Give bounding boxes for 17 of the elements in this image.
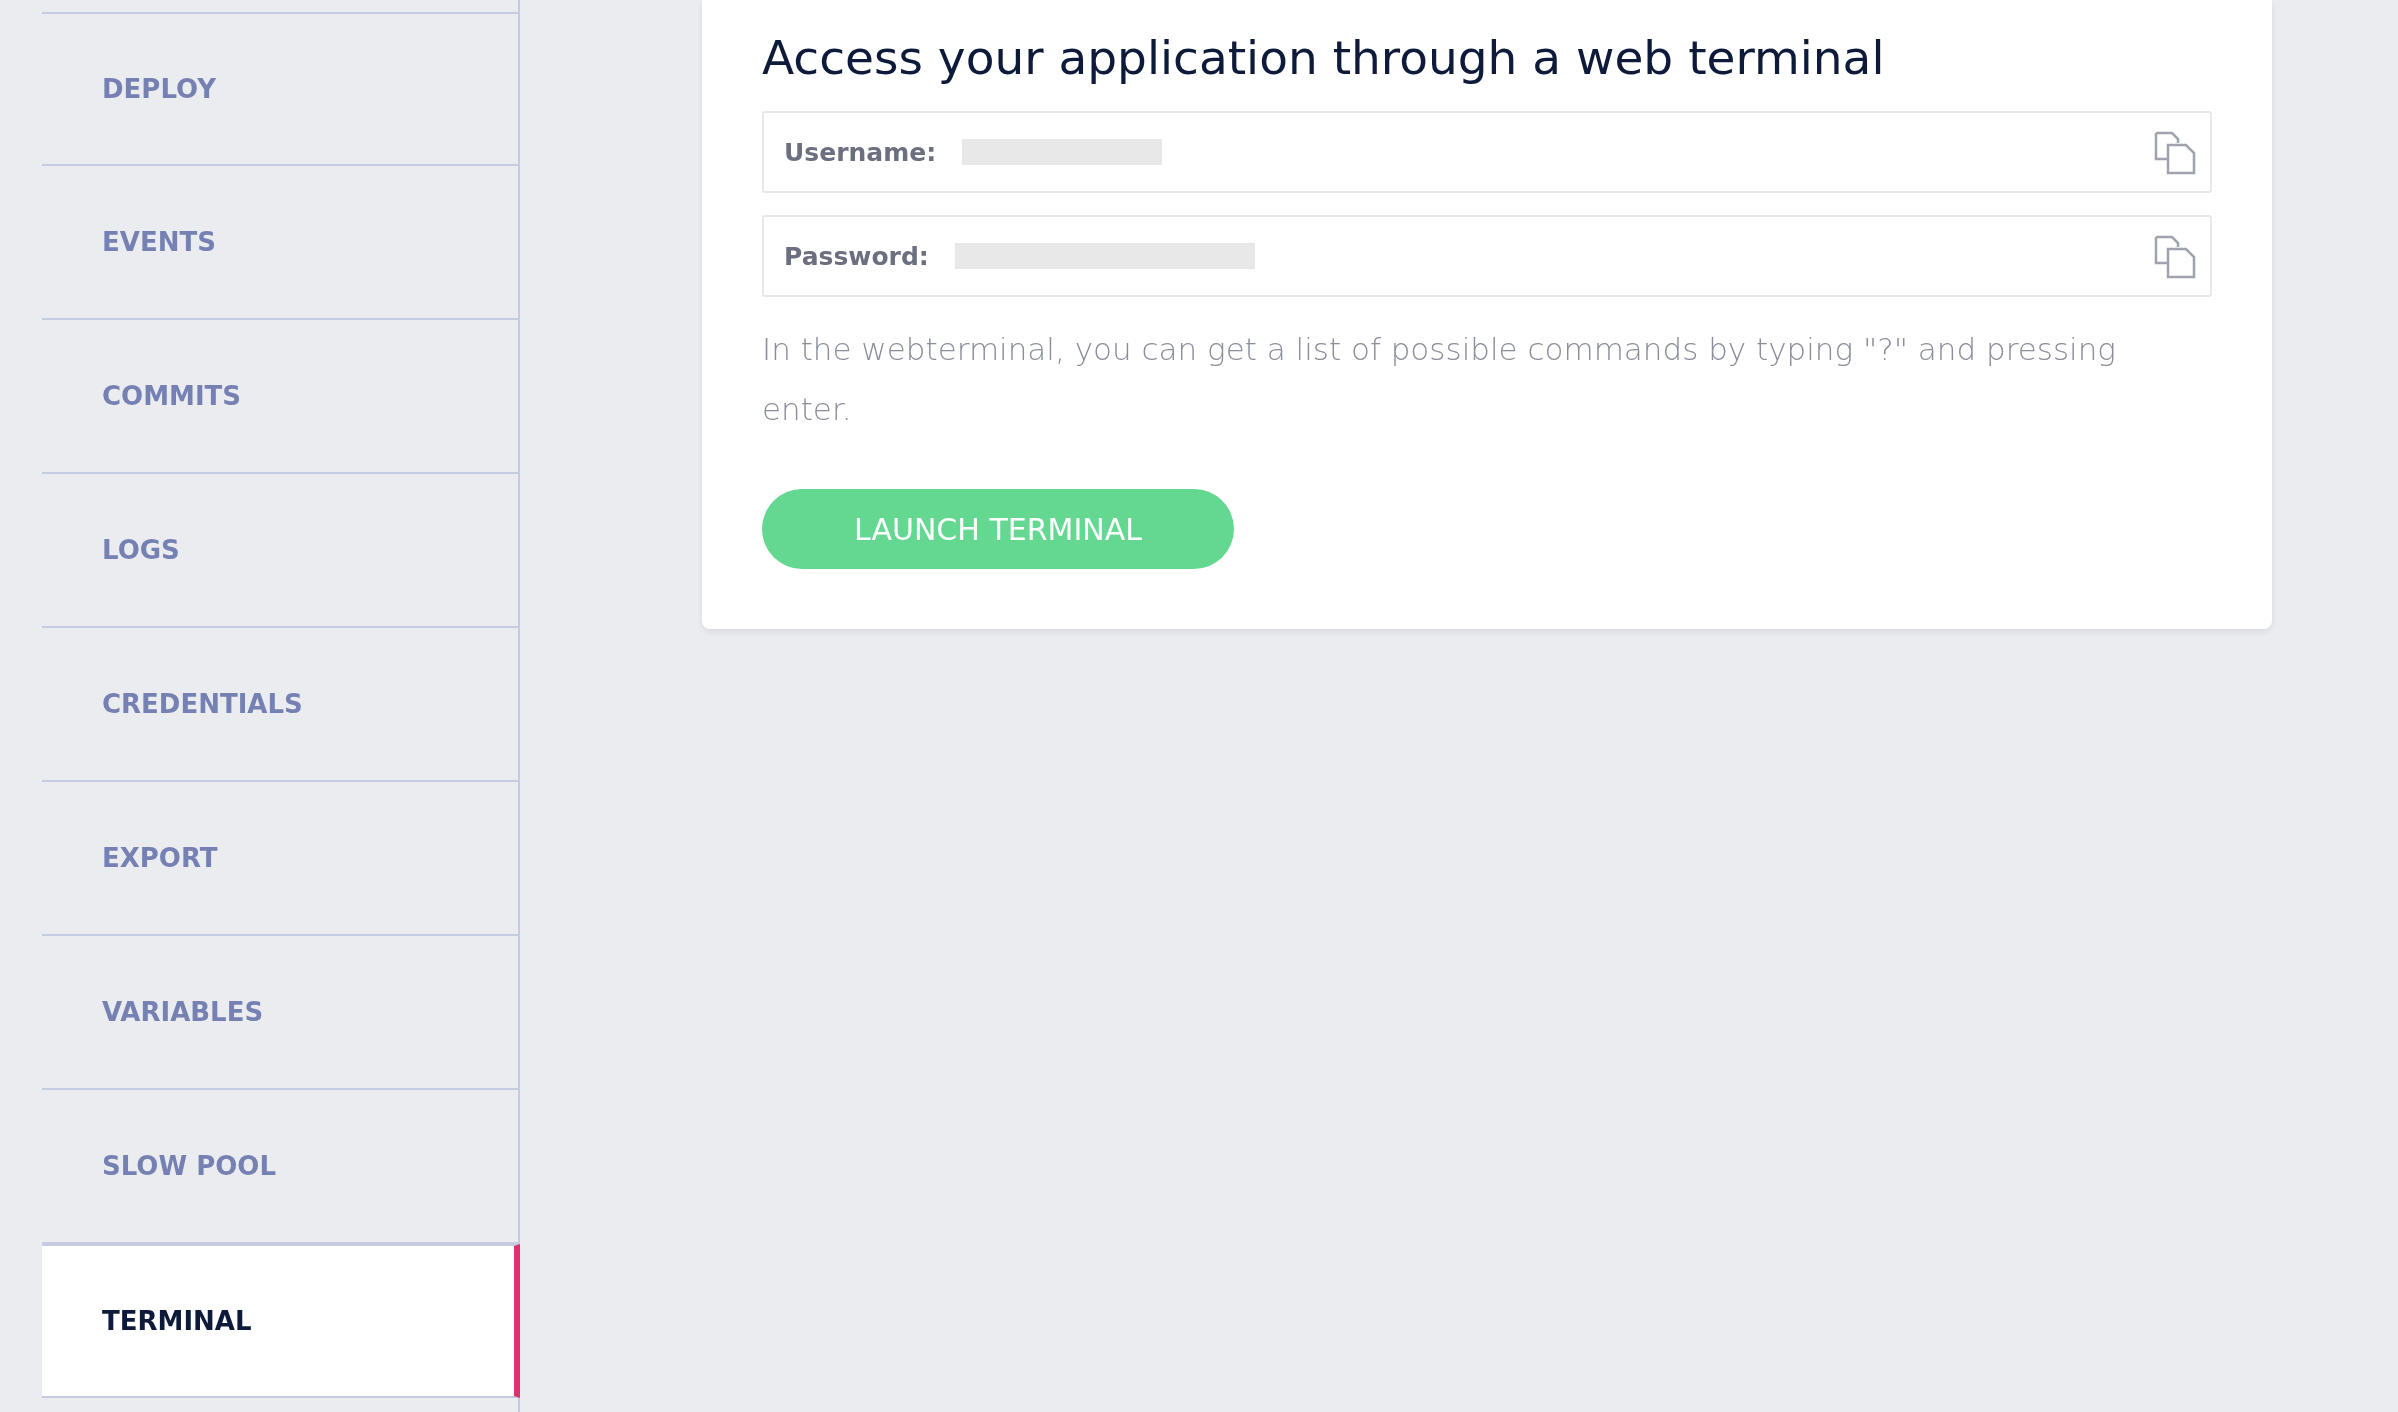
sidebar-item[interactable]: COMMITS xyxy=(42,320,518,474)
copy-icon[interactable] xyxy=(2152,233,2198,279)
card-title: Access your application through a web terminal xyxy=(762,30,1886,85)
sidebar-item[interactable]: EXPORT xyxy=(42,782,518,936)
credential-field[interactable]: Username: xyxy=(762,111,2212,193)
sidebar-item[interactable]: TERMINAL xyxy=(42,1244,520,1398)
field-label: Password: xyxy=(784,241,929,271)
sidebar-item[interactable]: CREDENTIALS xyxy=(42,628,518,782)
sidebar-item[interactable]: EVENTS xyxy=(42,166,518,320)
field-label: Username: xyxy=(784,137,937,167)
sidebar-item[interactable]: LOGS xyxy=(42,474,518,628)
copy-icon[interactable] xyxy=(2152,129,2198,175)
help-text: In the webterminal, you can get a list of possible commands by typing "?" and pressing enter. xyxy=(762,330,2117,429)
credential-field[interactable]: Password: xyxy=(762,215,2212,297)
sidebar-item[interactable]: VARIABLES xyxy=(42,936,518,1090)
sidebar-item[interactable]: DEPLOY xyxy=(42,12,518,166)
launch-terminal-button[interactable]: LAUNCH TERMINAL xyxy=(762,489,1234,569)
